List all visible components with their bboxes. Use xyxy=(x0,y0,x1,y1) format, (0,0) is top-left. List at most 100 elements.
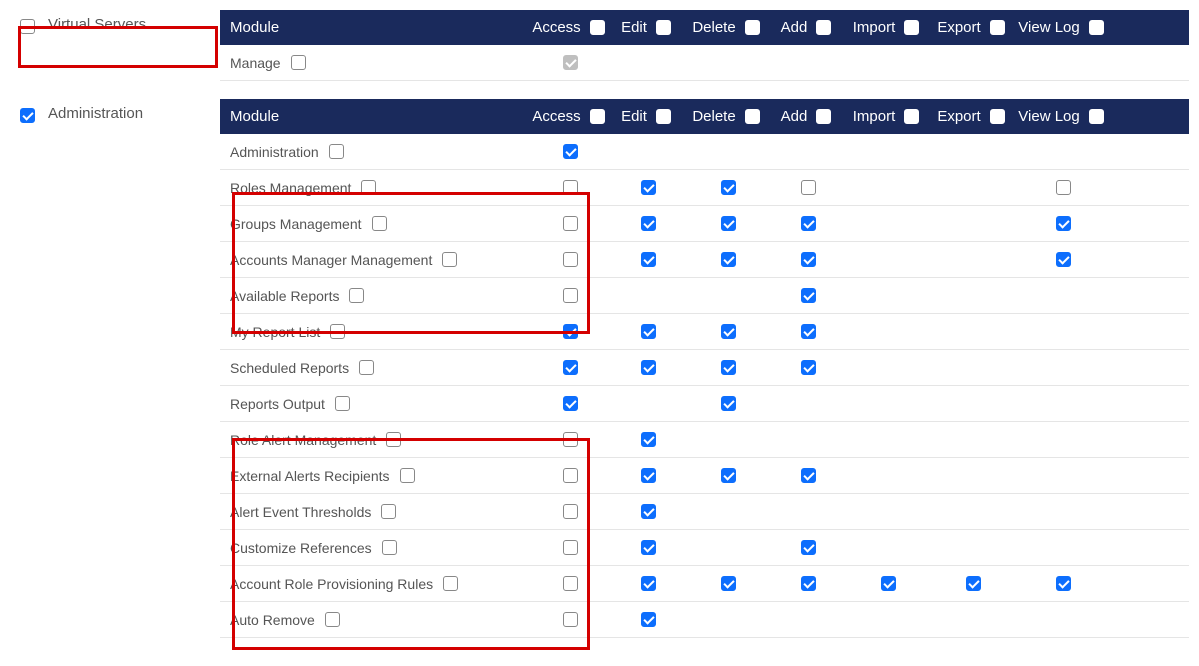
row-access-checkbox[interactable] xyxy=(563,180,578,195)
row-enable-checkbox[interactable] xyxy=(335,396,350,411)
row-add-checkbox[interactable] xyxy=(801,216,816,231)
row-module-cell: Roles Management xyxy=(230,177,530,198)
row-delete-checkbox[interactable] xyxy=(721,252,736,267)
row-viewlog-checkbox[interactable] xyxy=(1056,576,1071,591)
header-import-checkbox[interactable] xyxy=(904,20,919,35)
row-access-checkbox[interactable] xyxy=(563,540,578,555)
row-delete-checkbox[interactable] xyxy=(721,396,736,411)
row-add-checkbox[interactable] xyxy=(801,576,816,591)
row-edit-checkbox[interactable] xyxy=(641,324,656,339)
row-access-checkbox[interactable] xyxy=(563,432,578,447)
header-access-checkbox[interactable] xyxy=(590,20,605,35)
header-add-checkbox[interactable] xyxy=(816,109,831,124)
row-edit-checkbox[interactable] xyxy=(641,468,656,483)
row-viewlog-checkbox[interactable] xyxy=(1056,216,1071,231)
row-access-checkbox[interactable] xyxy=(563,216,578,231)
header-delete-checkbox[interactable] xyxy=(745,109,760,124)
row-enable-checkbox[interactable] xyxy=(372,216,387,231)
row-access-checkbox[interactable] xyxy=(563,612,578,627)
row-delete-checkbox[interactable] xyxy=(721,468,736,483)
row-edit-checkbox[interactable] xyxy=(641,540,656,555)
header-export-checkbox[interactable] xyxy=(990,109,1005,124)
row-delete-checkbox[interactable] xyxy=(721,216,736,231)
row-delete-checkbox[interactable] xyxy=(721,360,736,375)
row-edit-cell xyxy=(610,357,685,378)
row-export-cell xyxy=(930,573,1015,594)
section-virtual-servers-body: ModuleAccessEditDeleteAddImportExportVie… xyxy=(220,10,1189,81)
row-add-checkbox[interactable] xyxy=(801,288,816,303)
header-access-label: Access xyxy=(532,108,580,125)
row-viewlog-checkbox[interactable] xyxy=(1056,180,1071,195)
row-edit-checkbox[interactable] xyxy=(641,360,656,375)
section-administration-checkbox[interactable] xyxy=(20,108,35,123)
row-add-checkbox[interactable] xyxy=(801,324,816,339)
row-add-checkbox[interactable] xyxy=(801,540,816,555)
section-virtual-servers-checkbox[interactable] xyxy=(20,19,35,34)
header-viewlog-checkbox[interactable] xyxy=(1089,20,1104,35)
row-enable-checkbox[interactable] xyxy=(443,576,458,591)
header-add-checkbox[interactable] xyxy=(816,20,831,35)
header-export-checkbox[interactable] xyxy=(990,20,1005,35)
row-export-checkbox[interactable] xyxy=(966,576,981,591)
virtual-servers-header: ModuleAccessEditDeleteAddImportExportVie… xyxy=(220,10,1189,45)
row-viewlog-checkbox[interactable] xyxy=(1056,252,1071,267)
row-access-checkbox[interactable] xyxy=(563,288,578,303)
row-add-checkbox[interactable] xyxy=(801,360,816,375)
row-edit-checkbox[interactable] xyxy=(641,432,656,447)
row-access-cell xyxy=(530,465,610,486)
header-viewlog-label: View Log xyxy=(1018,19,1079,36)
header-viewlog-label: View Log xyxy=(1018,108,1079,125)
row-access-checkbox[interactable] xyxy=(563,504,578,519)
row-delete-checkbox[interactable] xyxy=(721,576,736,591)
row-delete-cell xyxy=(685,357,770,378)
row-access-checkbox[interactable] xyxy=(563,576,578,591)
row-access-checkbox[interactable] xyxy=(563,360,578,375)
row-add-checkbox[interactable] xyxy=(801,252,816,267)
row-access-checkbox[interactable] xyxy=(563,396,578,411)
row-enable-checkbox[interactable] xyxy=(329,144,344,159)
administration-header: ModuleAccessEditDeleteAddImportExportVie… xyxy=(220,99,1189,134)
row-enable-checkbox[interactable] xyxy=(361,180,376,195)
row-edit-checkbox[interactable] xyxy=(641,252,656,267)
row-access-checkbox[interactable] xyxy=(563,144,578,159)
row-enable-checkbox[interactable] xyxy=(291,55,306,70)
row-enable-checkbox[interactable] xyxy=(400,468,415,483)
row-access-checkbox[interactable] xyxy=(563,252,578,267)
row-add-checkbox[interactable] xyxy=(801,180,816,195)
row-enable-checkbox[interactable] xyxy=(325,612,340,627)
row-enable-checkbox[interactable] xyxy=(359,360,374,375)
row-access-cell xyxy=(530,177,610,198)
row-module-cell: My Report List xyxy=(230,321,530,342)
row-enable-checkbox[interactable] xyxy=(442,252,457,267)
row-edit-checkbox[interactable] xyxy=(641,216,656,231)
header-access-checkbox[interactable] xyxy=(590,109,605,124)
row-module-label: Administration xyxy=(230,144,319,160)
row-add-checkbox[interactable] xyxy=(801,468,816,483)
header-delete-checkbox[interactable] xyxy=(745,20,760,35)
row-enable-checkbox[interactable] xyxy=(381,504,396,519)
row-delete-checkbox[interactable] xyxy=(721,324,736,339)
row-edit-checkbox[interactable] xyxy=(641,180,656,195)
row-add-cell xyxy=(770,465,845,486)
row-import-checkbox[interactable] xyxy=(881,576,896,591)
row-access-checkbox[interactable] xyxy=(563,324,578,339)
row-edit-cell xyxy=(610,573,685,594)
row-delete-cell xyxy=(685,573,770,594)
row-edit-checkbox[interactable] xyxy=(641,576,656,591)
row-edit-checkbox[interactable] xyxy=(641,504,656,519)
row-edit-checkbox[interactable] xyxy=(641,612,656,627)
row-enable-checkbox[interactable] xyxy=(382,540,397,555)
header-viewlog-checkbox[interactable] xyxy=(1089,109,1104,124)
header-edit-checkbox[interactable] xyxy=(656,20,671,35)
row-delete-checkbox[interactable] xyxy=(721,180,736,195)
section-administration-body: ModuleAccessEditDeleteAddImportExportVie… xyxy=(220,99,1189,638)
header-edit-checkbox[interactable] xyxy=(656,109,671,124)
row-import-cell xyxy=(845,573,930,594)
row-enable-checkbox[interactable] xyxy=(330,324,345,339)
row-enable-checkbox[interactable] xyxy=(386,432,401,447)
row-module-label: Roles Management xyxy=(230,180,351,196)
header-import-checkbox[interactable] xyxy=(904,109,919,124)
row-enable-checkbox[interactable] xyxy=(349,288,364,303)
row-access-checkbox[interactable] xyxy=(563,468,578,483)
header-add: Add xyxy=(770,17,845,38)
